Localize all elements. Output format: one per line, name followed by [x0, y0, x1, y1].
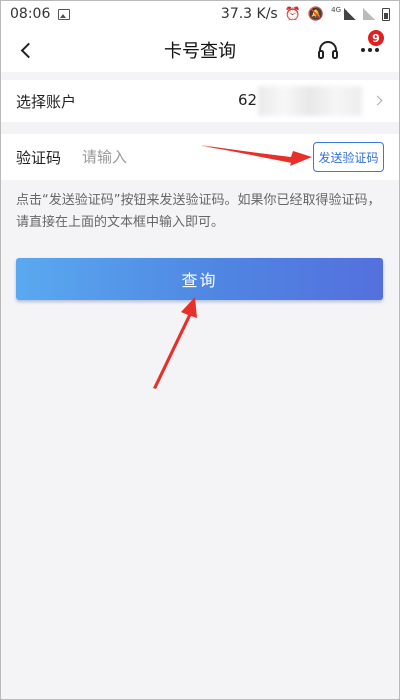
alarm-icon: ⏰ — [284, 6, 301, 22]
network-type: 4G — [331, 6, 341, 14]
more-dots-icon — [375, 48, 379, 52]
back-button[interactable] — [12, 36, 40, 64]
signal-icon — [363, 8, 375, 20]
account-label: 选择账户 — [16, 92, 77, 111]
more-dots-icon — [361, 48, 365, 52]
arrow-to-query-button — [153, 297, 197, 389]
chevron-right-icon — [372, 95, 383, 106]
send-code-button[interactable]: 发送验证码 — [313, 142, 384, 172]
status-time: 08:06 — [10, 6, 51, 22]
verification-code-row: 验证码 发送验证码 — [0, 134, 400, 180]
more-dots-icon — [368, 48, 372, 52]
headset-icon — [318, 41, 338, 59]
customer-service-button[interactable] — [316, 38, 340, 62]
mute-icon: 🔕 — [307, 6, 325, 22]
nav-header: 卡号查询 — [0, 28, 400, 72]
page-title: 卡号查询 — [164, 41, 236, 62]
image-icon — [58, 8, 71, 20]
status-right: 37.3 K/s ⏰ 🔕 4G — [221, 6, 390, 22]
network-speed: 37.3 K/s — [220, 6, 278, 22]
account-number: 62 — [238, 91, 258, 109]
hint-text: 点击“发送验证码”按钮来发送验证码。如果你已经取得验证码，请直接在上面的文本框中… — [16, 193, 381, 230]
signal-icon — [344, 8, 356, 20]
chevron-left-icon — [20, 42, 36, 58]
query-button[interactable]: 查询 — [16, 258, 383, 300]
status-left: 08:06 — [10, 6, 71, 22]
notification-badge: 9 — [368, 30, 384, 46]
battery-icon — [382, 7, 390, 21]
account-select-row[interactable]: 选择账户 62 — [0, 80, 400, 122]
verification-code-label: 验证码 — [16, 148, 62, 167]
masked-account-digits — [258, 86, 362, 116]
verification-code-input[interactable] — [82, 146, 282, 168]
status-bar: 08:06 37.3 K/s ⏰ 🔕 4G — [0, 0, 400, 28]
